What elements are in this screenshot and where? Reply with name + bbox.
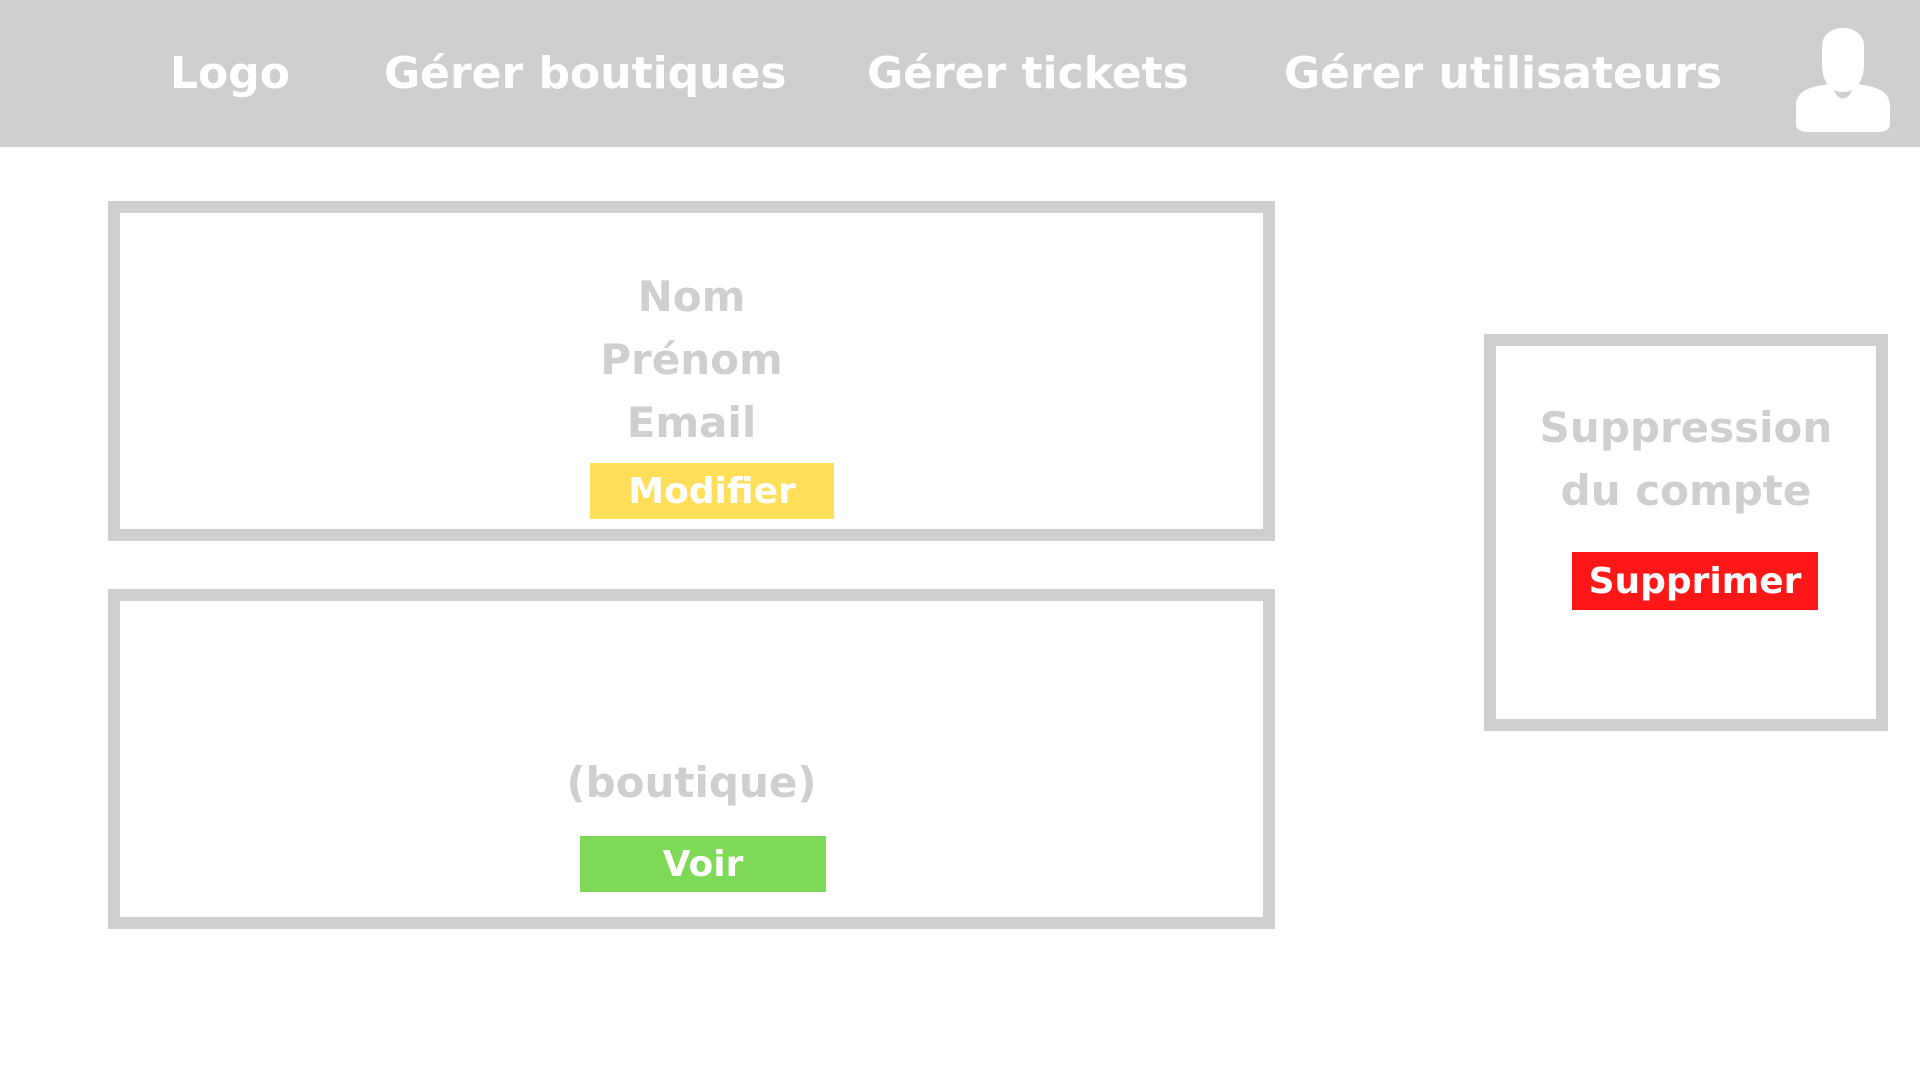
nav-manage-shops[interactable]: Gérer boutiques [384, 46, 787, 102]
shop-text: (boutique) [566, 758, 817, 807]
profile-email-field: Email [626, 398, 757, 447]
top-nav-bar: Logo Gérer boutiques Gérer tickets Gérer… [0, 0, 1920, 147]
account-deletion-title: Suppression du compte [1539, 403, 1833, 515]
nav-manage-users[interactable]: Gérer utilisateurs [1284, 46, 1722, 102]
profile-name-field: Nom [637, 272, 746, 321]
profile-firstname-field: Prénom [600, 335, 783, 384]
profile-panel: Nom Prénom Email Modifier [108, 201, 1275, 541]
shop-panel: (boutique) Voir [108, 589, 1275, 929]
logo[interactable]: Logo [170, 46, 290, 102]
modify-button[interactable]: Modifier [590, 463, 834, 519]
user-avatar-icon[interactable] [1796, 14, 1890, 134]
account-deletion-panel: Suppression du compte Supprimer [1484, 334, 1888, 731]
delete-button[interactable]: Supprimer [1572, 552, 1818, 610]
view-button[interactable]: Voir [580, 836, 826, 892]
nav-manage-tickets[interactable]: Gérer tickets [867, 46, 1189, 102]
